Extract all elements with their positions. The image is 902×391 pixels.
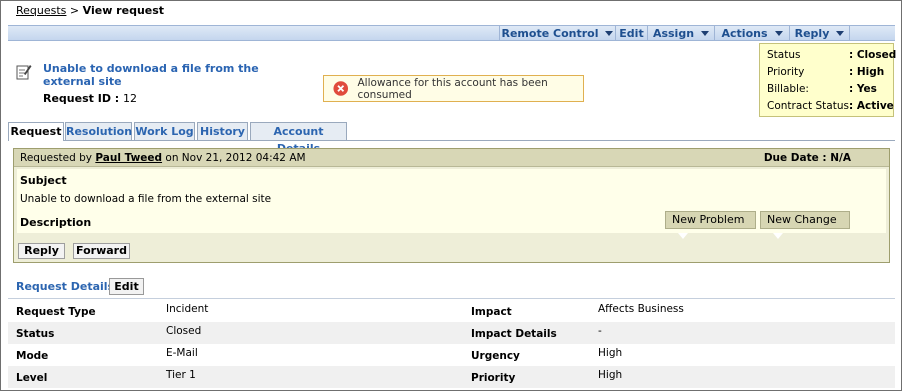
- request-details-title: Request Details: [16, 280, 115, 293]
- chevron-down-icon: [701, 30, 710, 36]
- billable-label: Billable:: [767, 83, 809, 95]
- tab-resolution[interactable]: Resolution: [65, 122, 132, 140]
- reply-button-label: Reply: [24, 244, 59, 257]
- action-toolbar: Remote Control Edit Assign Actions Reply: [8, 25, 895, 41]
- chevron-down-icon: [678, 233, 688, 239]
- requested-on: on Nov 21, 2012 04:42 AM: [165, 152, 306, 164]
- contract-status-label: Contract Status:: [767, 100, 853, 112]
- tab-divider: [8, 140, 895, 141]
- requester-link[interactable]: Paul Tweed: [95, 152, 162, 164]
- new-change-button[interactable]: New Change: [760, 211, 850, 239]
- mode-label: Mode: [16, 350, 49, 362]
- level-value: Tier 1: [166, 369, 196, 381]
- request-type-value: Incident: [166, 303, 209, 315]
- request-title: Unable to download a file from the exter…: [43, 62, 259, 88]
- breadcrumb-requests-link[interactable]: Requests: [16, 4, 66, 17]
- status-detail-value: Closed: [166, 325, 202, 337]
- chevron-down-icon: [605, 30, 614, 36]
- actions-button[interactable]: Actions: [714, 26, 789, 41]
- billable-value: : Yes: [849, 83, 877, 95]
- actions-label: Actions: [721, 27, 768, 40]
- priority-detail-label: Priority: [471, 372, 516, 384]
- tab-history[interactable]: History: [197, 122, 248, 140]
- reply-dropdown-button[interactable]: Reply: [789, 26, 850, 41]
- new-change-label: New Change: [767, 213, 837, 226]
- urgency-label: Urgency: [471, 350, 520, 362]
- edit-button[interactable]: Edit: [615, 26, 647, 41]
- status-row: Status : Closed: [764, 47, 896, 64]
- chevron-down-icon: [836, 30, 845, 36]
- contract-status-row: Contract Status:: Active: [764, 98, 894, 115]
- request-details-edit-button[interactable]: Edit: [109, 278, 144, 295]
- assign-button[interactable]: Assign: [647, 26, 714, 41]
- mode-value: E-Mail: [166, 347, 198, 359]
- due-date: Due Date : N/A: [763, 152, 851, 164]
- breadcrumb-current: View request: [82, 4, 165, 17]
- billable-row: Billable: : Yes: [764, 81, 889, 98]
- edit-note-icon: [16, 65, 32, 80]
- status-summary-box: Status : Closed Priority : High Billable::…: [759, 43, 896, 117]
- tab-request-label: Request: [10, 125, 62, 138]
- description-label: Description: [20, 216, 92, 229]
- priority-detail-value: High: [598, 369, 623, 381]
- details-row: Level Tier 1 Priority High: [8, 366, 895, 388]
- status-value: : Closed: [849, 49, 897, 61]
- request-panel-body: Subject Unable to download a file from t…: [17, 169, 886, 239]
- tab-work-log-label: Work Log: [135, 125, 194, 138]
- assign-label: Assign: [652, 27, 695, 40]
- request-type-label: Request Type: [16, 306, 96, 318]
- request-id-value: 12: [123, 92, 138, 105]
- tab-account-details[interactable]: Account Details: [250, 122, 347, 155]
- requested-by-prefix: Requested by: [20, 152, 92, 164]
- requested-by: Requested by Paul Tweed on Nov 21, 2012 …: [20, 152, 306, 164]
- breadcrumb: Requests > View request: [16, 4, 164, 17]
- request-tabs: Request Resolution Work Log History Acco…: [8, 122, 895, 155]
- impact-label: Impact: [471, 306, 512, 318]
- details-row: Mode E-Mail Urgency High: [8, 344, 895, 366]
- chevron-down-icon: [773, 233, 783, 239]
- subject-text: Unable to download a file from the exter…: [20, 193, 272, 205]
- forward-button-label: Forward: [76, 244, 127, 257]
- error-x-icon: [333, 81, 349, 96]
- request-id: Request ID : 12: [43, 92, 137, 105]
- window-frame: Requests > View request Remote Control E…: [0, 0, 902, 391]
- contract-status-value: : Active: [849, 100, 894, 112]
- impact-value: Affects Business: [598, 303, 684, 315]
- new-problem-label: New Problem: [672, 213, 745, 226]
- alert-text: Allowance for this account has been cons…: [357, 76, 548, 101]
- breadcrumb-separator: >: [69, 4, 80, 17]
- remote-control-button[interactable]: Remote Control: [499, 26, 615, 41]
- impact-details-value: -: [598, 325, 602, 337]
- subject-label: Subject: [20, 174, 67, 187]
- allowance-alert: Allowance for this account has been cons…: [323, 75, 584, 102]
- request-details-edit-label: Edit: [114, 280, 139, 293]
- level-label: Level: [16, 372, 48, 384]
- edit-label: Edit: [619, 27, 644, 40]
- request-panel: Requested by Paul Tweed on Nov 21, 2012 …: [13, 148, 890, 263]
- tab-request[interactable]: Request: [8, 122, 64, 141]
- status-detail-label: Status: [16, 328, 55, 340]
- forward-button[interactable]: Forward: [73, 243, 130, 259]
- remote-control-label: Remote Control: [501, 27, 599, 40]
- urgency-value: High: [598, 347, 623, 359]
- reply-button[interactable]: Reply: [18, 243, 65, 259]
- details-divider: [8, 298, 895, 299]
- priority-value: : High: [849, 66, 885, 78]
- chevron-down-icon: [774, 30, 783, 36]
- new-problem-button[interactable]: New Problem: [665, 211, 756, 239]
- impact-details-label: Impact Details: [471, 328, 557, 340]
- request-id-label: Request ID :: [43, 92, 120, 105]
- tab-resolution-label: Resolution: [66, 125, 133, 138]
- details-row: Request Type Incident Impact Affects Bus…: [8, 300, 895, 322]
- request-panel-header: Requested by Paul Tweed on Nov 21, 2012 …: [14, 149, 889, 167]
- status-label: Status: [767, 49, 801, 61]
- tab-work-log[interactable]: Work Log: [134, 122, 195, 140]
- reply-label: Reply: [794, 27, 830, 40]
- priority-row: Priority : High: [764, 64, 889, 81]
- priority-label: Priority: [767, 66, 805, 78]
- details-row: Status Closed Impact Details -: [8, 322, 895, 344]
- tab-history-label: History: [200, 125, 245, 138]
